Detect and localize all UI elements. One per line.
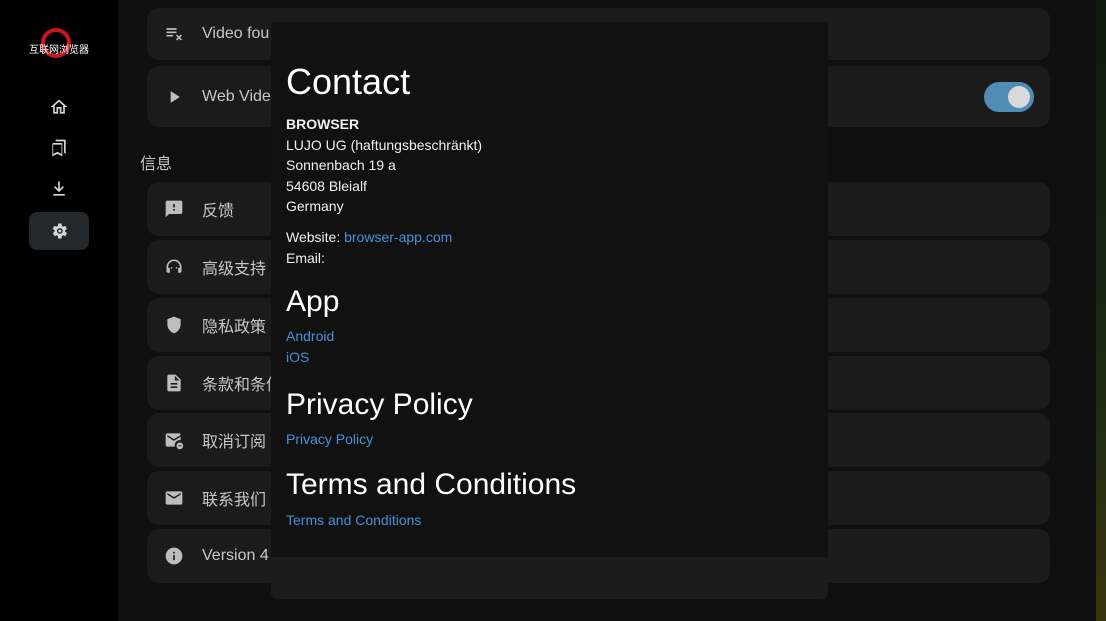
setting-label: 联系我们 <box>202 492 267 509</box>
setting-label: 高级支持 <box>202 261 267 278</box>
setting-label: Video fou <box>202 25 270 42</box>
clear-list-icon <box>163 23 185 45</box>
address-street: Sonnenbach 19 a <box>286 157 396 174</box>
website-row: Website: browser-app.com <box>286 227 811 248</box>
setting-label: Version 4 <box>202 547 269 564</box>
setting-label: 取消订阅 <box>202 434 267 451</box>
address-country: Germany <box>286 198 344 215</box>
gear-icon <box>52 223 67 239</box>
contact-dialog-content: Contact BROWSER LUJO UG (haftungsbeschrä… <box>286 58 811 531</box>
section-title-info: 信息 <box>140 156 173 173</box>
setting-label: 隐私政策 <box>202 319 267 336</box>
setting-label: 条款和条件 <box>202 377 283 394</box>
contact-heading: Contact <box>286 61 411 102</box>
website-link[interactable]: browser-app.com <box>344 229 452 245</box>
sidebar-item-home[interactable] <box>29 88 89 126</box>
ios-link[interactable]: iOS <box>286 349 309 365</box>
sidebar-item-bookmarks[interactable] <box>29 129 89 167</box>
app-heading: App <box>286 285 340 319</box>
toggle-knob <box>1008 85 1030 108</box>
email-label: Email: <box>286 249 325 266</box>
android-link[interactable]: Android <box>286 328 334 344</box>
feedback-icon <box>163 198 185 220</box>
terms-heading: Terms and Conditions <box>286 467 577 501</box>
setting-label: Web Vide <box>202 87 271 105</box>
company-legal-name: LUJO UG (haftungsbeschränkt) <box>286 136 483 153</box>
privacy-heading: Privacy Policy <box>286 388 473 422</box>
company-name: BROWSER <box>286 116 360 132</box>
address-city: 54608 Bleialf <box>286 177 367 194</box>
download-icon <box>53 181 65 196</box>
app-logo: 互联网浏览器 <box>28 28 90 68</box>
home-icon <box>50 99 68 114</box>
unsubscribe-icon <box>163 429 185 451</box>
play-icon <box>163 86 185 108</box>
logo-text: 互联网浏览器 <box>29 45 89 56</box>
support-icon <box>163 256 185 278</box>
web-video-toggle[interactable] <box>984 81 1034 112</box>
document-icon <box>163 372 185 394</box>
sidebar-item-settings[interactable] <box>29 212 89 250</box>
terms-link[interactable]: Terms and Conditions <box>286 512 421 528</box>
privacy-policy-link[interactable]: Privacy Policy <box>286 431 373 447</box>
contact-dialog: Contact BROWSER LUJO UG (haftungsbeschrä… <box>271 22 828 599</box>
bookmarks-icon <box>52 139 66 157</box>
sidebar-item-downloads[interactable] <box>29 170 89 208</box>
sidebar: 互联网浏览器 <box>0 0 118 621</box>
window-edge <box>1096 0 1106 621</box>
shield-icon <box>163 314 185 336</box>
dialog-footer <box>271 557 828 599</box>
info-icon <box>163 545 185 567</box>
website-label: Website: <box>286 228 341 245</box>
mail-icon <box>163 487 185 509</box>
setting-label: 反馈 <box>202 203 235 220</box>
